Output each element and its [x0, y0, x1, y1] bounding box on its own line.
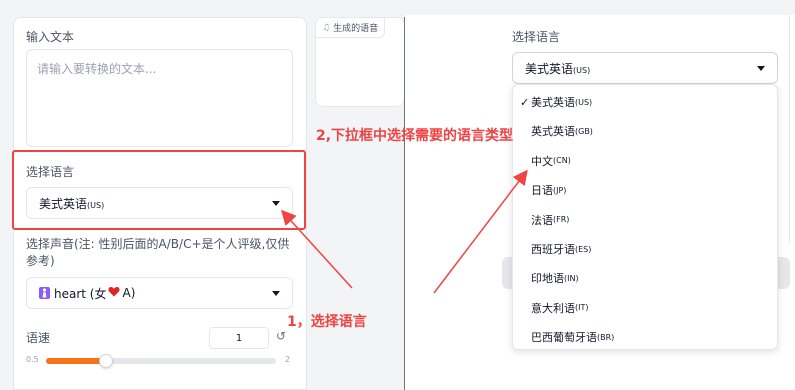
input-text-label: 输入文本: [26, 30, 75, 44]
speed-slider-fill: [46, 358, 106, 364]
speed-slider-track[interactable]: [46, 354, 276, 368]
annotation-step1: 1，选择语言: [287, 314, 367, 330]
dropdown-option-label: 法语: [531, 213, 553, 227]
dropdown-option-code: (BR): [597, 332, 615, 342]
dropdown-option-label: 印地语: [531, 272, 564, 286]
dropdown-option-code: (US): [575, 97, 593, 107]
right-language-select[interactable]: 美式英语(US): [512, 52, 778, 84]
highlight-box-language: [12, 150, 306, 230]
annotation-step2: 2,下拉框中选择需要的语言类型: [316, 128, 514, 144]
speed-label: 语速: [26, 331, 51, 345]
heart-icon: [108, 286, 121, 300]
dropdown-option-label: 巴西葡萄牙语: [531, 331, 597, 345]
dropdown-option-label: 西班牙语: [531, 243, 575, 256]
speed-slider-thumb[interactable]: [98, 354, 113, 368]
dropdown-option[interactable]: 意大利语 (IT): [513, 294, 777, 322]
right-panel-gray-strip: [575, 0, 795, 14]
dropdown-option-code: (CN): [553, 156, 571, 166]
speed-value: 1: [235, 332, 243, 344]
dropdown-option[interactable]: 印地语 (IN): [513, 264, 777, 292]
speed-min-label: 0.5: [26, 355, 39, 364]
voice-label: 选择声音(注: 性别后面的A/B/C+是个人评级,仅供参考): [26, 237, 290, 268]
dropdown-option-code: (ES): [575, 244, 592, 254]
right-panel-border: [789, 15, 790, 243]
right-language-selected-value: 美式英语(US): [525, 61, 591, 76]
right-language-label: 选择语言: [512, 30, 561, 44]
voice-select[interactable]: heart (女 A): [26, 277, 293, 309]
dropdown-option-label: 美式英语: [531, 96, 575, 109]
dropdown-option-code: (FR): [553, 215, 570, 225]
language-dropdown-list: ✓ 美式英语 (US) 英式英语 (GB) 中文 (CN) 日语 (JP) 法语 (FR) 西班牙语(…: [512, 84, 778, 350]
dropdown-option-code: (IT): [575, 303, 589, 313]
text-input[interactable]: 请输入要转换的文本...: [26, 49, 293, 147]
check-icon: ✓: [520, 95, 530, 109]
dropdown-option-label: 日语: [531, 184, 553, 198]
female-icon: [39, 287, 50, 299]
dropdown-option[interactable]: 日语 (JP): [513, 176, 777, 204]
dropdown-option-code: (GB): [575, 126, 593, 136]
dropdown-option-code: (JP): [553, 185, 567, 195]
dropdown-option[interactable]: ✓ 美式英语 (US): [513, 88, 777, 116]
voice-selected-value: heart (女 A): [39, 285, 135, 302]
audio-label-tag: ♫ 生成的语音: [316, 18, 386, 38]
dropdown-option[interactable]: 西班牙语 (ES): [513, 235, 777, 263]
chevron-down-icon: [757, 65, 765, 71]
chevron-down-icon: [272, 290, 280, 296]
dropdown-option-label: 英式英语: [531, 125, 575, 139]
audio-output-panel: ♫ 生成的语音: [315, 17, 405, 107]
dropdown-option[interactable]: 法语 (FR): [513, 206, 777, 234]
dropdown-option-label: 中文: [531, 154, 553, 168]
dropdown-option[interactable]: 英式英语 (GB): [513, 117, 777, 145]
music-note-icon: ♫: [322, 22, 331, 33]
dropdown-option-label: 意大利语: [531, 301, 575, 315]
dropdown-option-code: (IN): [564, 273, 579, 283]
speed-max-label: 2: [285, 355, 291, 364]
dropdown-option[interactable]: 中文 (CN): [513, 147, 777, 175]
reset-icon[interactable]: ↺: [276, 329, 286, 343]
dropdown-option[interactable]: 巴西葡萄牙语 (BR): [513, 323, 777, 351]
speed-number-input[interactable]: 1: [209, 327, 269, 349]
